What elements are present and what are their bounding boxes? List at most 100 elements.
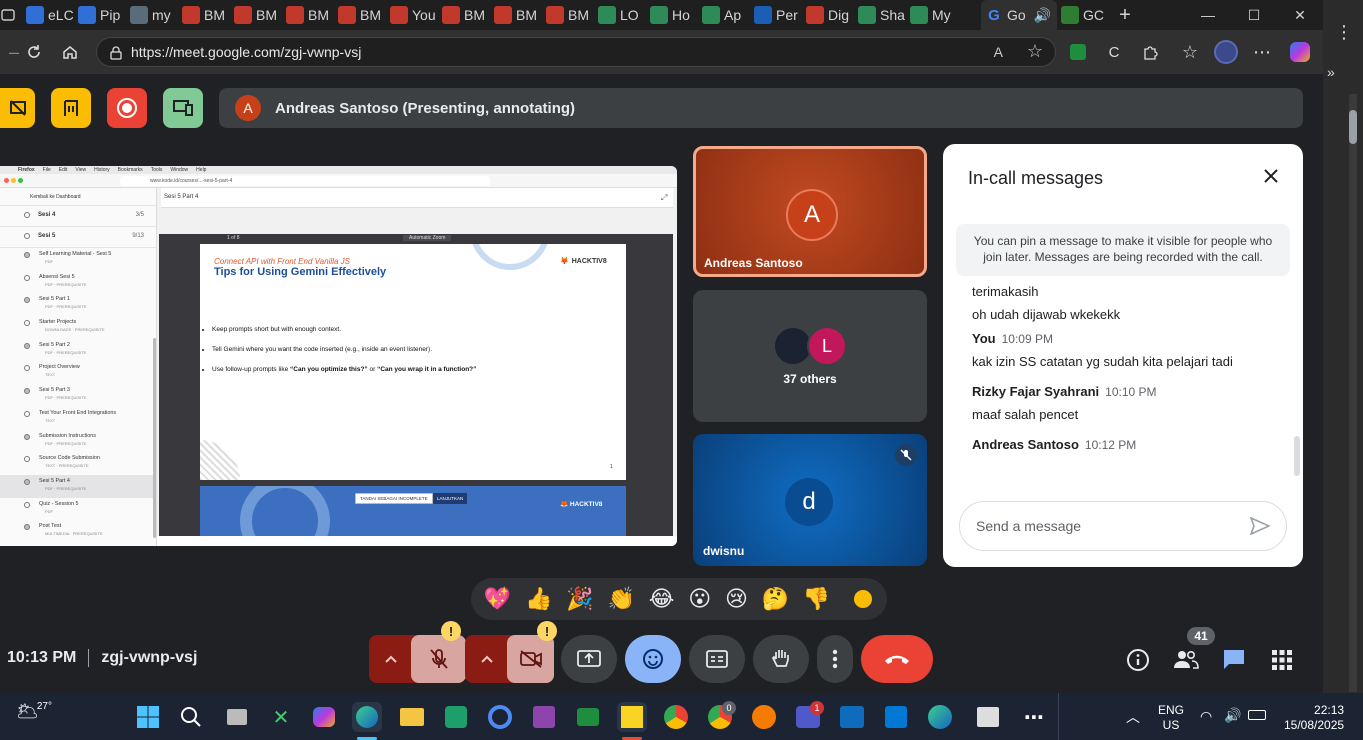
app-snipping-icon[interactable] [441, 702, 471, 732]
breakout-rooms-button[interactable] [51, 88, 91, 128]
camera-toggle-button[interactable] [507, 635, 554, 683]
sidebar-item[interactable]: Sesi 5 Part 1 PDF · PREREQUISITE [0, 293, 156, 316]
reaction-emoji-button[interactable]: 😢 [725, 586, 748, 612]
volume-icon[interactable]: 🔊 [1224, 707, 1241, 724]
extension-ci-icon[interactable]: C [1100, 38, 1128, 66]
browser-tab[interactable]: Per [750, 0, 802, 30]
browser-tab[interactable]: my [126, 0, 178, 30]
page-scrollbar[interactable] [1349, 94, 1357, 692]
app-copilot-icon[interactable] [309, 702, 339, 732]
browser-tab[interactable]: Pip [74, 0, 126, 30]
sidebar-item[interactable]: Sesi 5 Part 4 PDF · PREREQUISITE [0, 474, 156, 498]
activities-button[interactable] [1271, 649, 1295, 673]
sidebar-item[interactable]: Self Learning Material - Sesi 5 PDF [0, 248, 156, 271]
expand-icon[interactable]: ⤢ [661, 193, 667, 203]
camera-options-button[interactable] [465, 635, 509, 683]
meeting-details-button[interactable] [1126, 648, 1152, 674]
tray-chevron-icon[interactable]: ︿ [1126, 707, 1140, 727]
maximize-button[interactable]: ☐ [1231, 0, 1277, 30]
companion-mode-button[interactable] [163, 88, 203, 128]
reaction-emoji-button[interactable]: 😂 [649, 586, 675, 612]
browser-menu-icon[interactable]: ⋯ [1248, 38, 1276, 66]
reload-icon[interactable] [20, 38, 48, 66]
reactions-button[interactable] [625, 635, 681, 683]
app-circle-icon[interactable] [485, 702, 515, 732]
sidebar-item[interactable]: Post Test MULTIMEDIA · PREREQUISITE [0, 520, 156, 543]
sidebar-item[interactable]: Sesi 5 Part 3 PDF · PREREQUISITE [0, 384, 156, 407]
more-options-button[interactable] [817, 635, 853, 683]
tile-others[interactable]: L 37 others [693, 290, 927, 422]
window-close-button[interactable]: ✕ [1277, 0, 1323, 30]
pdf-zoom[interactable]: Automatic Zoom [403, 235, 452, 241]
sidebar-section[interactable]: Sesi 4 3/5 [0, 206, 156, 227]
battery-icon[interactable] [1248, 710, 1266, 720]
browser-tab[interactable]: LO [594, 0, 646, 30]
reaction-emoji-button[interactable]: 💖 [484, 586, 511, 612]
clock[interactable]: 22:13 15/08/2025 [1284, 703, 1344, 733]
sidebar-item[interactable]: Quiz - Session 5 PDF [0, 498, 156, 521]
reaction-emoji-button[interactable]: 😮 [688, 586, 711, 612]
browser-tab[interactable]: BM [334, 0, 386, 30]
app-terminal-icon[interactable] [573, 702, 603, 732]
sidebar-item[interactable]: Starter Projects DOWNLOADS · PREREQUISITE [0, 316, 156, 339]
browser-tab[interactable]: Ho [646, 0, 698, 30]
sidebar-section[interactable]: Sesi 5 9/13 [0, 227, 156, 248]
kebab-menu-icon[interactable]: ⋮ [1335, 22, 1353, 43]
start-button[interactable] [133, 702, 163, 732]
host-controls-button[interactable] [0, 88, 35, 128]
tile-andreas[interactable]: A Andreas Santoso [693, 146, 927, 277]
browser-tab[interactable]: BM [438, 0, 490, 30]
reaction-emoji-button[interactable]: 👏 [608, 586, 635, 612]
browser-tab[interactable]: BM [542, 0, 594, 30]
app-outlook-icon[interactable] [837, 702, 867, 732]
mic-toggle-button[interactable] [411, 635, 466, 683]
mic-options-button[interactable] [369, 635, 413, 683]
sidebar-scrollbar[interactable] [153, 338, 156, 538]
app-orange-icon[interactable] [749, 702, 779, 732]
extension-green-icon[interactable] [1070, 44, 1086, 60]
favorites-icon[interactable]: ☆ [1176, 38, 1204, 66]
send-icon[interactable] [1250, 517, 1270, 535]
browser-tab[interactable]: BM [490, 0, 542, 30]
home-icon[interactable] [56, 38, 84, 66]
language-indicator[interactable]: ENG US [1158, 703, 1184, 733]
sidebar-item[interactable]: Sesi 5 Part 2 PDF · PREREQUISITE [0, 339, 156, 362]
sidebar-item[interactable]: Absensi Sesi 5 PDF · PREREQUISITE [0, 271, 156, 294]
chat-input[interactable]: Send a message [959, 501, 1287, 551]
audio-playing-icon[interactable]: 🔊 [1034, 7, 1051, 24]
browser-tab[interactable]: BM [230, 0, 282, 30]
taskbar-overflow-icon[interactable]: ⋯ [1019, 702, 1049, 732]
browser-tab[interactable]: BM [282, 0, 334, 30]
captions-button[interactable] [689, 635, 745, 683]
app-remote-icon[interactable] [973, 702, 1003, 732]
continue-button[interactable]: LANJUTKAN [433, 493, 468, 504]
chat-close-button[interactable] [1259, 164, 1283, 188]
minimize-button[interactable]: — [1185, 0, 1231, 30]
profile-avatar[interactable] [1214, 40, 1238, 64]
read-aloud-icon[interactable]: A [994, 44, 1003, 60]
skin-tone-picker[interactable] [852, 588, 874, 610]
new-tab-button[interactable]: + [1105, 0, 1145, 30]
reaction-emoji-button[interactable]: 🎉 [566, 586, 593, 612]
chat-button[interactable] [1222, 648, 1248, 674]
tile-dwisnu[interactable]: d dwisnu [693, 434, 927, 566]
wifi-icon[interactable]: ◠ [1200, 708, 1212, 725]
sidebar-item[interactable]: Project Overview TEXT [0, 361, 156, 384]
app-visual-studio-icon[interactable] [529, 702, 559, 732]
leave-call-button[interactable] [861, 635, 933, 683]
copilot-icon[interactable] [1290, 42, 1310, 62]
favorite-star-icon[interactable]: ☆ [1027, 41, 1043, 62]
scrollbar-thumb[interactable] [1349, 110, 1357, 144]
reaction-emoji-button[interactable]: 🤔 [762, 586, 789, 612]
recording-button[interactable] [107, 88, 147, 128]
browser-tab[interactable]: eLC [22, 0, 74, 30]
search-button[interactable] [176, 702, 206, 732]
tab-gc[interactable]: GC [1057, 0, 1105, 30]
browser-tab[interactable]: Dig [802, 0, 854, 30]
chat-scrollbar[interactable] [1294, 436, 1300, 476]
tab-active[interactable]: G Go 🔊 ✕ [981, 0, 1057, 30]
browser-tab[interactable]: Sha [854, 0, 906, 30]
app-file-explorer-icon[interactable] [397, 702, 427, 732]
mark-incomplete-button[interactable]: TANDAI SEBAGAI INCOMPLETE [355, 493, 433, 504]
address-bar[interactable]: https://meet.google.com/zgj-vwnp-vsj A ☆ [96, 37, 1056, 67]
